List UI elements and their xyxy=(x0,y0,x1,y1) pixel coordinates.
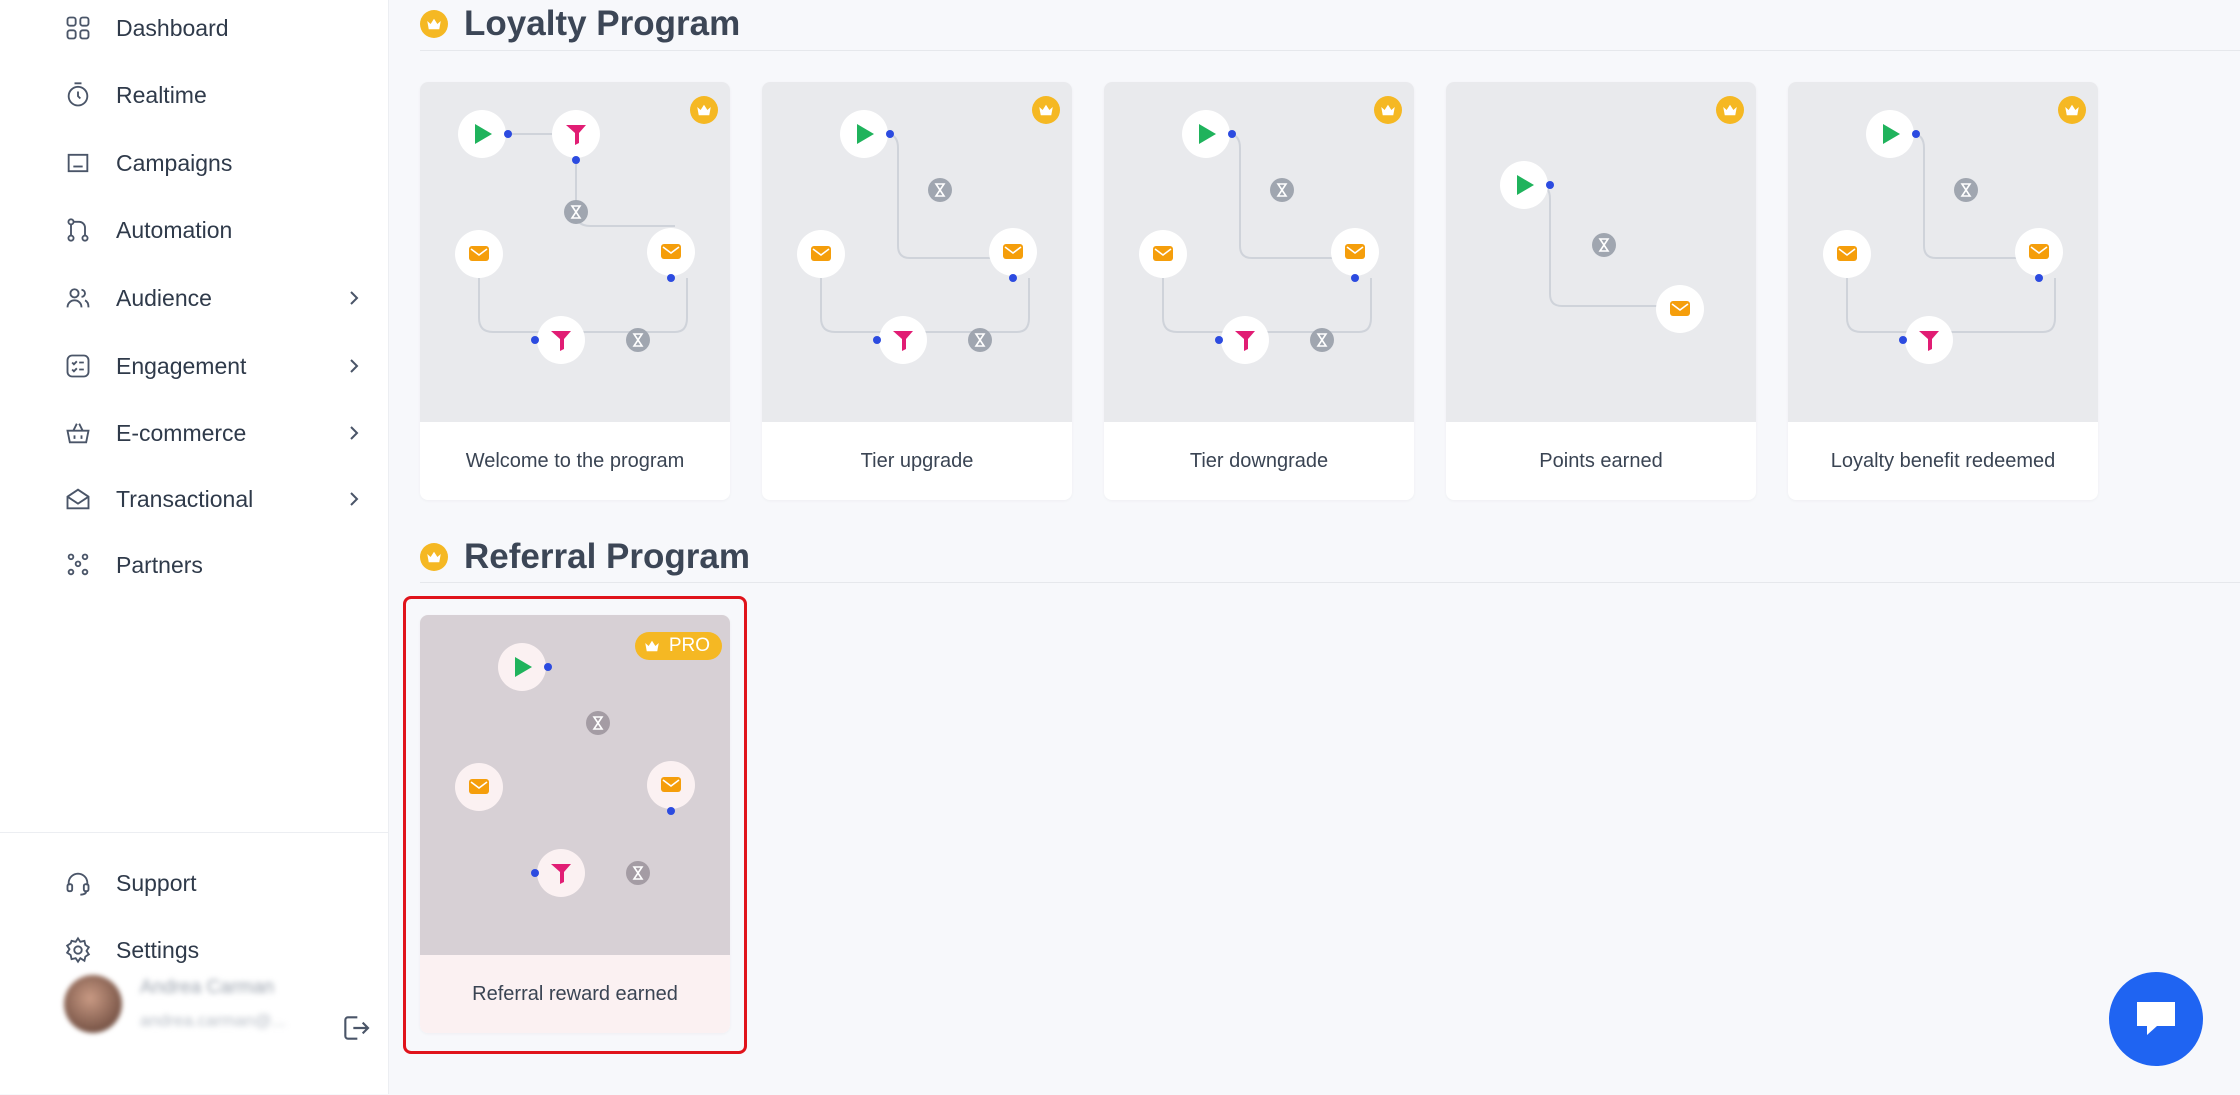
chevron-right-icon[interactable] xyxy=(342,286,366,310)
sidebar-item-settings[interactable]: Settings xyxy=(62,930,372,970)
card-caption: Welcome to the program xyxy=(465,449,685,472)
crown-badge-icon xyxy=(1374,96,1402,124)
template-card-loyalty-benefit-redeemed[interactable]: Loyalty benefit redeemed xyxy=(1788,82,2098,500)
envelope-open-icon xyxy=(62,483,94,515)
checklist-icon xyxy=(62,350,94,382)
crown-badge-icon xyxy=(690,96,718,124)
sidebar-item-label: Dashboard xyxy=(116,14,229,41)
sidebar-item-e-commerce[interactable]: E-commerce xyxy=(62,413,372,453)
template-card-tier-upgrade[interactable]: Tier upgrade xyxy=(762,82,1072,500)
template-card-points-earned[interactable]: Points earned xyxy=(1446,82,1756,500)
workflow-preview xyxy=(455,110,695,364)
chevron-right-icon[interactable] xyxy=(342,421,366,445)
sidebar-item-audience[interactable]: Audience xyxy=(62,278,372,318)
logout-icon[interactable] xyxy=(340,1012,376,1048)
partners-icon xyxy=(62,549,94,581)
sidebar-item-campaigns[interactable]: Campaigns xyxy=(62,143,372,183)
crown-badge-icon xyxy=(1716,96,1744,124)
card-caption: Points earned xyxy=(1539,449,1663,472)
avatar[interactable] xyxy=(64,975,122,1033)
folder-icon xyxy=(62,147,94,179)
section-title-text: Loyalty Program xyxy=(464,4,741,43)
workflow-preview xyxy=(1139,110,1379,364)
crown-icon xyxy=(420,543,448,571)
crown-badge-icon xyxy=(1032,96,1060,124)
card-caption: Tier downgrade xyxy=(1189,449,1329,472)
template-card-welcome[interactable]: Welcome to the program xyxy=(420,82,730,500)
divider xyxy=(420,50,2240,51)
headset-icon xyxy=(62,867,94,899)
workflow-preview xyxy=(1500,161,1704,333)
basket-icon xyxy=(62,417,94,449)
sidebar-item-partners[interactable]: Partners xyxy=(62,545,372,585)
users-icon xyxy=(62,282,94,314)
sidebar-item-engagement[interactable]: Engagement xyxy=(62,346,372,386)
section-title-text: Referral Program xyxy=(464,537,750,576)
workflow-preview xyxy=(797,110,1037,364)
sidebar-item-label: Transactional xyxy=(116,485,254,512)
sidebar-item-label: Audience xyxy=(116,284,212,311)
card-caption: Loyalty benefit redeemed xyxy=(1830,449,2056,472)
divider xyxy=(420,582,2240,583)
sidebar-item-label: Campaigns xyxy=(116,149,233,176)
sidebar: Dashboard Realtime Campaigns Automation … xyxy=(0,0,389,1094)
user-email: andrea.carman@... xyxy=(140,1011,286,1030)
user-profile[interactable]: Andrea Carman andrea.carman@... xyxy=(64,975,286,1033)
dashboard-grid-icon xyxy=(62,12,94,44)
sidebar-item-label: Automation xyxy=(116,216,233,243)
chat-button[interactable] xyxy=(2109,972,2203,1066)
template-card-tier-downgrade[interactable]: Tier downgrade xyxy=(1104,82,1414,500)
section-title-referral: Referral Program xyxy=(420,537,750,577)
user-name: Andrea Carman xyxy=(140,977,275,998)
sidebar-item-label: E-commerce xyxy=(116,419,247,446)
crown-icon xyxy=(420,10,448,38)
sidebar-item-dashboard[interactable]: Dashboard xyxy=(62,8,372,48)
sidebar-item-label: Engagement xyxy=(116,352,247,379)
sidebar-item-transactional[interactable]: Transactional xyxy=(62,479,372,519)
crown-badge-icon xyxy=(2058,96,2086,124)
sidebar-item-support[interactable]: Support xyxy=(62,863,372,903)
section-title-loyalty: Loyalty Program xyxy=(420,4,740,44)
sidebar-item-label: Settings xyxy=(116,936,200,963)
workflow-preview xyxy=(1823,110,2063,364)
sidebar-item-label: Partners xyxy=(116,551,203,578)
gear-icon xyxy=(62,934,94,966)
selection-highlight xyxy=(403,596,747,1054)
git-branch-icon xyxy=(62,214,94,246)
sidebar-item-realtime[interactable]: Realtime xyxy=(62,75,372,115)
sidebar-item-label: Realtime xyxy=(116,81,207,108)
chat-bubble-icon xyxy=(2133,996,2179,1043)
stopwatch-icon xyxy=(62,79,94,111)
card-caption: Tier upgrade xyxy=(860,449,974,472)
sidebar-item-automation[interactable]: Automation xyxy=(62,210,372,250)
chevron-right-icon[interactable] xyxy=(342,487,366,511)
chevron-right-icon[interactable] xyxy=(342,354,366,378)
sidebar-item-label: Support xyxy=(116,869,197,896)
